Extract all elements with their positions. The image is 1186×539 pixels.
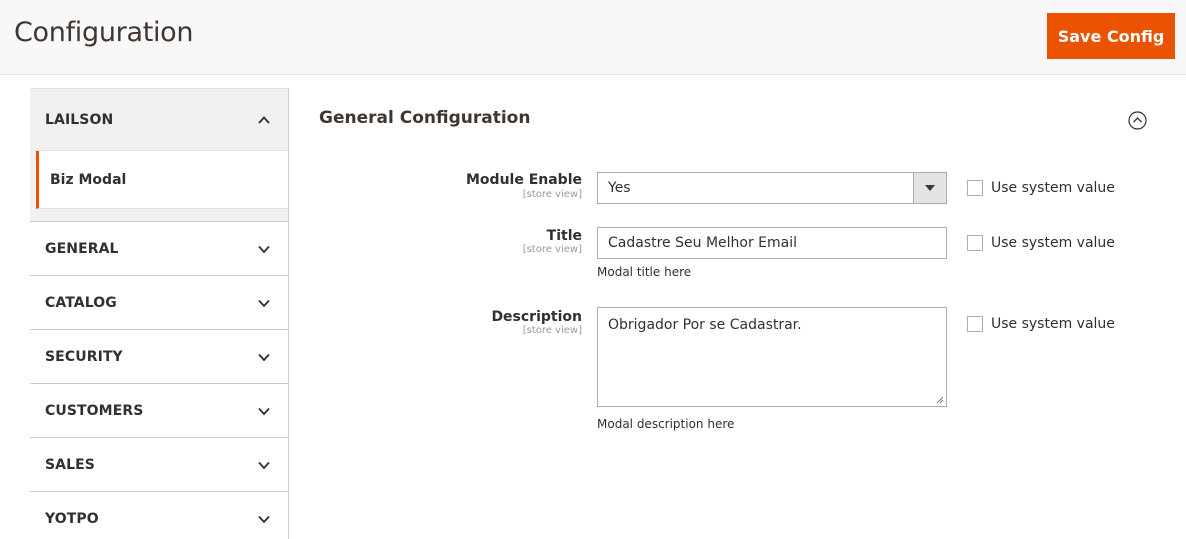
scope-label: [store view] (522, 189, 582, 200)
chevron-down-icon (257, 458, 271, 472)
chevron-down-icon (257, 350, 271, 364)
sidebar-item-label: Biz Modal (50, 171, 127, 188)
use-system-value-description[interactable]: Use system value (967, 315, 1115, 333)
chevron-down-icon (257, 404, 271, 418)
tab-label: SECURITY (45, 348, 123, 365)
checkbox[interactable] (967, 316, 983, 332)
use-system-value-label: Use system value (991, 180, 1115, 196)
config-sidebar: LAILSON Biz Modal GENERAL CATALOG SECURI… (30, 88, 289, 539)
tab-lailson-items: Biz Modal (30, 151, 288, 222)
section-title: General Configuration (319, 108, 531, 128)
tab-label: SALES (45, 456, 95, 473)
use-system-value-label: Use system value (991, 235, 1115, 251)
tab-sales[interactable]: SALES (30, 438, 288, 492)
chevron-down-icon (257, 242, 271, 256)
textarea-value: Obrigador Por se Cadastrar. (608, 317, 802, 333)
page-title: Configuration (14, 17, 194, 48)
tab-label: GENERAL (45, 240, 119, 257)
description-textarea[interactable]: Obrigador Por se Cadastrar. (597, 307, 947, 407)
tab-label: CUSTOMERS (45, 402, 144, 419)
use-system-value-module-enable[interactable]: Use system value (967, 179, 1115, 197)
scope-label: [store view] (522, 244, 582, 255)
tab-catalog[interactable]: CATALOG (30, 276, 288, 330)
save-config-button[interactable]: Save Config (1047, 13, 1175, 59)
page-header: Configuration Save Config (0, 0, 1186, 75)
title-label: Title (546, 228, 582, 244)
dropdown-arrow-icon[interactable] (913, 173, 946, 203)
input-value: Cadastre Seu Melhor Email (608, 235, 798, 251)
use-system-value-label: Use system value (991, 316, 1115, 332)
tab-label: CATALOG (45, 294, 117, 311)
chevron-down-icon (257, 296, 271, 310)
title-input[interactable]: Cadastre Seu Melhor Email (597, 227, 947, 259)
tab-yotpo[interactable]: YOTPO (30, 492, 288, 539)
description-note: Modal description here (597, 417, 735, 431)
tab-label: LAILSON (45, 111, 114, 128)
tab-lailson[interactable]: LAILSON (30, 88, 288, 151)
tab-customers[interactable]: CUSTOMERS (30, 384, 288, 438)
resize-handle-icon[interactable] (936, 396, 944, 404)
tab-label: YOTPO (45, 510, 99, 527)
circle-chevron-up-icon[interactable] (1128, 111, 1147, 130)
module-enable-select[interactable]: Yes (597, 172, 947, 204)
chevron-down-icon (257, 512, 271, 526)
description-label: Description (491, 309, 582, 325)
tab-security[interactable]: SECURITY (30, 330, 288, 384)
title-note: Modal title here (597, 265, 692, 279)
module-enable-label: Module Enable (466, 172, 582, 188)
chevron-up-icon (257, 113, 271, 127)
checkbox[interactable] (967, 235, 983, 251)
tab-general[interactable]: GENERAL (30, 222, 288, 276)
use-system-value-title[interactable]: Use system value (967, 234, 1115, 252)
select-value: Yes (608, 180, 631, 196)
checkbox[interactable] (967, 180, 983, 196)
sidebar-item-biz-modal[interactable]: Biz Modal (36, 151, 288, 209)
scope-label: [store view] (522, 325, 582, 336)
